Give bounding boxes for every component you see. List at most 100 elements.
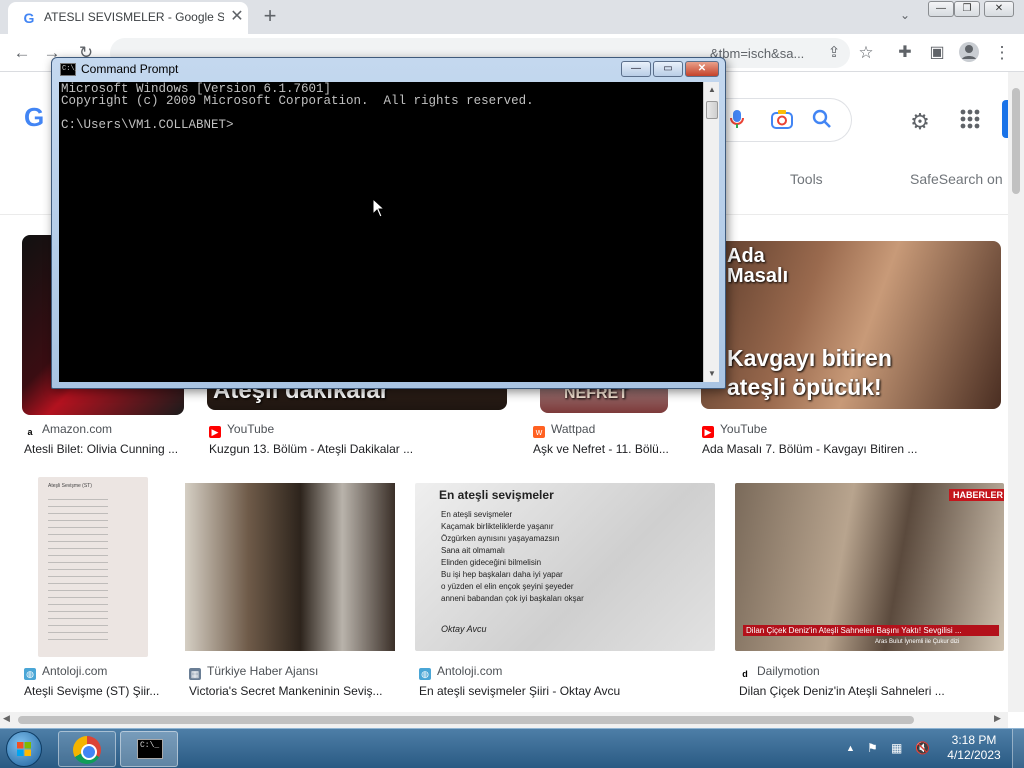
result-title[interactable]: Ateşli Sevişme (ST) Şiir... [24,684,164,698]
taskbar-cmd-button[interactable]: C:\_ [120,731,178,767]
cmd-console-area[interactable]: Microsoft Windows [Version 6.1.7601] Cop… [59,82,703,382]
cmd-scroll-up-icon[interactable]: ▲ [704,82,720,98]
taskbar-clock[interactable]: 3:18 PM 4/12/2023 [944,733,1004,763]
cmd-prompt-line: C:\Users\VM1.COLLABNET> [61,118,234,132]
result-image-victoria[interactable] [185,483,395,651]
volume-muted-icon[interactable]: 🔇 [915,741,930,755]
antoloji-favicon-icon: ◍ [24,668,36,680]
youtube-favicon-icon: ▶ [209,426,221,438]
windows-logo-icon [17,742,31,756]
tab-title: ATESLI SEVISMELER - Google Se [44,10,224,24]
bookmark-star-icon[interactable]: ☆ [854,41,878,65]
poem-card-title: En ateşli sevişmeler [439,488,554,502]
result-source[interactable]: w Wattpad [533,422,595,438]
settings-gear-icon[interactable]: ⚙ [906,108,934,136]
video-subcaption: Aras Bulut İynemli ile Çukur dizi [875,639,960,645]
result-source[interactable]: d Dailymotion [739,664,820,680]
lens-camera-icon[interactable] [770,109,794,133]
clock-date: 4/12/2023 [947,748,1001,762]
voice-search-mic-icon[interactable] [725,109,749,133]
scroll-left-arrow-icon[interactable]: ◀ [3,713,10,724]
show-desktop-button[interactable] [1012,729,1024,768]
google-apps-grid-icon[interactable] [956,108,984,136]
taskbar-chrome-button[interactable] [58,731,116,767]
extensions-puzzle-icon[interactable]: ✚ [893,41,917,65]
antoloji-poem-heading: Ateşli Sevişme (ST) [48,483,92,489]
action-center-flag-icon[interactable]: ⚑ [867,741,878,755]
tab-search-chevron-icon[interactable]: ⌄ [895,8,915,26]
cmd-minimize-button[interactable]: — [621,61,651,77]
new-tab-button[interactable]: + [258,4,282,28]
dailymotion-favicon-icon: d [739,668,751,680]
clock-time: 3:18 PM [951,733,997,747]
wattpad-favicon-icon: w [533,426,545,438]
result-source[interactable]: ◍ Antoloji.com [24,664,107,680]
ada-thumbnail-text-2: Masalı [727,265,789,287]
result-image-poem-card[interactable]: En ateşli sevişmeler En ateşli sevişmele… [415,483,715,651]
google-favicon-icon: G [23,10,35,26]
browser-tab-strip: G ATESLI SEVISMELER - Google Se ✕ + ⌄ — … [0,0,1024,34]
result-image-ada-masali[interactable]: Ada Masalı Kavgayı bitiren ateşli öpücük… [701,241,1001,409]
start-button[interactable] [6,731,42,767]
haberler-badge: HABERLER [949,489,1004,501]
cmd-scroll-thumb[interactable] [706,101,718,119]
tab-close-icon[interactable]: ✕ [228,8,246,26]
browser-tab[interactable]: G ATESLI SEVISMELER - Google Se ✕ [8,2,248,34]
network-icon[interactable]: ▦ [891,741,902,755]
result-source[interactable]: a Amazon.com [24,422,112,438]
video-caption-bar: Dilan Çiçek Deniz'in Ateşli Sahneleri Ba… [743,625,999,636]
window-minimize-button[interactable]: — [928,1,954,17]
poem-card-author: Oktay Avcu [441,624,487,634]
result-source[interactable]: ▶ YouTube [702,422,767,438]
horizontal-scroll-thumb[interactable] [18,716,914,724]
cmd-title: Command Prompt [81,62,179,76]
result-title[interactable]: Victoria's Secret Mankeninin Seviş... [189,684,389,698]
cmd-close-button[interactable]: ✕ [685,61,719,77]
result-image-dailymotion[interactable]: HABERLER Dilan Çiçek Deniz'in Ateşli Sah… [735,483,1004,651]
cmd-title-bar[interactable]: C:\_ Command Prompt — ▭ ✕ [52,58,725,82]
show-hidden-icons-arrow-icon[interactable]: ▲ [846,743,855,753]
antoloji-favicon-icon: ◍ [419,668,431,680]
page-vertical-scrollbar[interactable] [1008,72,1024,712]
result-title[interactable]: Ada Masalı 7. Bölüm - Kavgayı Bitiren ..… [702,442,942,456]
scroll-right-arrow-icon[interactable]: ▶ [994,713,1001,724]
youtube-favicon-icon: ▶ [702,426,714,438]
tha-favicon-icon: ▦ [189,668,201,680]
google-logo[interactable]: G [24,102,44,133]
search-icon[interactable] [810,109,834,133]
cmd-taskbar-icon: C:\_ [137,739,163,759]
windows-taskbar: C:\_ ▲ ⚑ ▦ 🔇 3:18 PM 4/12/2023 [0,728,1024,768]
window-restore-button[interactable]: ❐ [954,1,980,17]
result-source[interactable]: ▶ YouTube [209,422,274,438]
result-title[interactable]: En ateşli sevişmeler Şiiri - Oktay Avcu [419,684,659,698]
page-horizontal-scrollbar[interactable]: ◀ ▶ [0,712,1008,728]
ada-thumbnail-text-4: ateşli öpücük! [727,374,882,400]
mouse-cursor-icon [372,198,386,218]
side-panel-icon[interactable]: ▣ [925,41,949,65]
poem-card-lines: En ateşli sevişmeler Kaçamak birliktelik… [441,510,584,603]
back-arrow-icon[interactable]: ← [10,41,34,65]
result-image-antoloji-poem[interactable]: Ateşli Sevişme (ST) [38,477,148,657]
cmd-maximize-button[interactable]: ▭ [653,61,683,77]
chrome-icon [73,736,101,764]
cmd-output-line: Copyright (c) 2009 Microsoft Corporation… [61,94,534,108]
result-source[interactable]: ◍ Antoloji.com [419,664,502,680]
tools-button[interactable]: Tools [790,171,823,187]
cmd-vertical-scrollbar[interactable]: ▲ ▼ [703,82,719,382]
poem-lines-texture [48,493,108,643]
cmd-scroll-down-icon[interactable]: ▼ [704,366,720,382]
vertical-scroll-thumb[interactable] [1012,88,1020,194]
result-title[interactable]: Dilan Çiçek Deniz'in Ateşli Sahneleri ..… [739,684,969,698]
result-source[interactable]: ▦ Türkiye Haber Ajansı [189,664,318,680]
cmd-window-icon: C:\_ [60,63,79,76]
result-title[interactable]: Aşk ve Nefret - 11. Bölü... [533,442,673,456]
desktop: G ATESLI SEVISMELER - Google Se ✕ + ⌄ — … [0,0,1024,768]
chrome-menu-icon[interactable]: ⋮ [990,41,1014,65]
safesearch-toggle[interactable]: SafeSearch on [910,171,1003,187]
result-title[interactable]: Atesli Bilet: Olivia Cunning ... [24,442,184,456]
result-title[interactable]: Kuzgun 13. Bölüm - Ateşli Dakikalar ... [209,442,429,456]
window-close-button[interactable]: ✕ [984,1,1014,17]
command-prompt-window[interactable]: C:\_ Command Prompt — ▭ ✕ Microsoft Wind… [51,57,726,389]
profile-avatar-icon[interactable] [957,41,981,65]
share-icon[interactable]: ⇪ [822,41,846,65]
